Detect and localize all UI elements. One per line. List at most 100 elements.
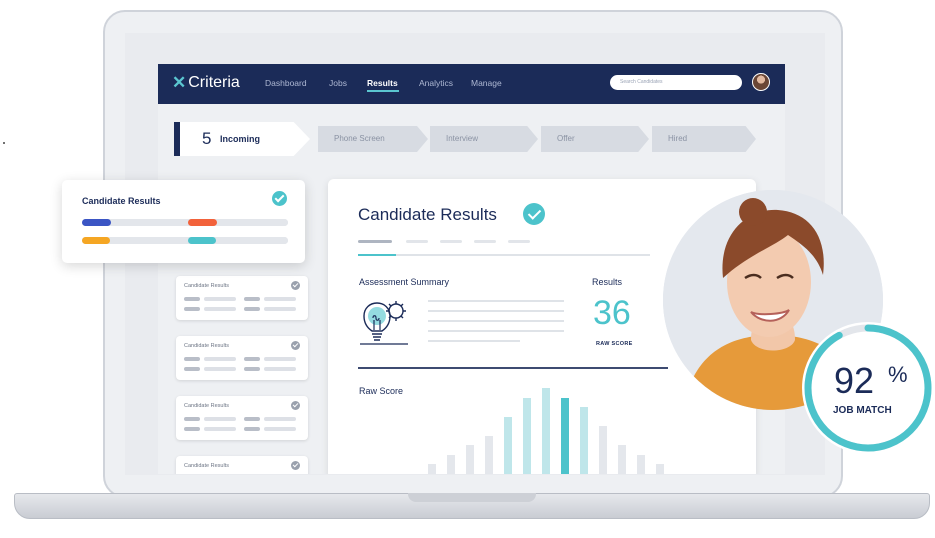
- stage-incoming-label: Incoming: [220, 134, 260, 144]
- nav-manage[interactable]: Manage: [471, 78, 502, 88]
- laptop-notch: [408, 493, 536, 502]
- distribution-bar: [428, 464, 436, 474]
- check-icon: [291, 461, 300, 470]
- raw-score-caption: RAW SCORE: [596, 341, 633, 347]
- mini-bar: [244, 357, 260, 361]
- mini-bar: [184, 367, 200, 371]
- progress-fill-blue: [82, 219, 111, 226]
- mini-bar: [264, 357, 296, 361]
- mini-bar: [204, 417, 236, 421]
- distribution-bar: [447, 455, 455, 474]
- distribution-bar: [523, 398, 531, 474]
- candidate-results-card-title: Candidate Results: [82, 196, 161, 206]
- stage-interview[interactable]: Interview: [430, 126, 538, 152]
- stage-phone-screen[interactable]: Phone Screen: [318, 126, 428, 152]
- tab-active-indicator: [358, 254, 396, 256]
- search-input[interactable]: Search Candidates: [610, 75, 742, 90]
- distribution-bar: [561, 398, 569, 474]
- distribution-bar: [485, 436, 493, 474]
- lightbulb-gear-icon: [360, 301, 408, 345]
- nav-analytics[interactable]: Analytics: [419, 78, 453, 88]
- stage-incoming-count: 5: [202, 129, 212, 148]
- distribution-bar: [656, 464, 664, 474]
- stage-offer[interactable]: Offer: [541, 126, 649, 152]
- distribution-bar: [599, 426, 607, 474]
- nav-results[interactable]: Results: [367, 78, 398, 88]
- raw-score-distribution: [428, 384, 664, 474]
- mini-bar: [264, 367, 296, 371]
- mini-bar: [184, 427, 200, 431]
- raw-score-label: Raw Score: [359, 386, 404, 396]
- tab-dash[interactable]: [440, 240, 462, 243]
- summary-line: [428, 330, 564, 332]
- check-circle-icon: [272, 191, 287, 206]
- check-circle-icon: [523, 203, 545, 225]
- tab-dash[interactable]: [358, 240, 392, 243]
- distribution-bar: [466, 445, 474, 474]
- criteria-logo[interactable]: ✕ Criteria: [172, 74, 240, 92]
- distribution-bar: [637, 455, 645, 474]
- candidate-card[interactable]: Candidate Results: [176, 396, 308, 440]
- assessment-summary-label: Assessment Summary: [359, 277, 450, 287]
- tab-dash[interactable]: [474, 240, 496, 243]
- tab-dash[interactable]: [508, 240, 530, 243]
- progress-fill-orange: [188, 219, 217, 226]
- mini-bar: [244, 297, 260, 301]
- progress-fill-yellow: [82, 237, 110, 244]
- top-nav-bar: ✕ Criteria Dashboard Jobs Results Analyt…: [158, 64, 785, 104]
- distribution-bar: [542, 388, 550, 474]
- job-match-percent-sign: %: [888, 362, 908, 387]
- mini-bar: [264, 417, 296, 421]
- mini-bar: [264, 427, 296, 431]
- candidate-card[interactable]: Candidate Results: [176, 276, 308, 320]
- distribution-bar: [618, 445, 626, 474]
- mini-bar: [244, 417, 260, 421]
- mini-bar: [264, 307, 296, 311]
- candidate-card-title: Candidate Results: [184, 343, 229, 349]
- logo-text: Criteria: [188, 74, 240, 91]
- nav-dashboard[interactable]: Dashboard: [265, 78, 307, 88]
- tab-track: [358, 254, 650, 256]
- tab-dash[interactable]: [406, 240, 428, 243]
- check-icon: [291, 341, 300, 350]
- candidate-results-card[interactable]: Candidate Results: [62, 180, 305, 263]
- nav-jobs[interactable]: Jobs: [329, 78, 347, 88]
- criteria-logo-icon: ✕: [172, 73, 187, 92]
- job-match-value: 92: [834, 360, 875, 401]
- candidate-card[interactable]: Candidate Results: [176, 336, 308, 380]
- check-icon: [291, 281, 300, 290]
- raw-score-value: 36: [593, 294, 631, 332]
- mini-bar: [264, 297, 296, 301]
- nav-active-indicator: [367, 90, 399, 92]
- mini-bar: [204, 367, 236, 371]
- job-match-label: JOB MATCH: [833, 405, 892, 416]
- mini-bar: [244, 307, 260, 311]
- mini-bar: [184, 297, 200, 301]
- distribution-bar: [504, 417, 512, 474]
- candidate-card[interactable]: Candidate Results: [176, 456, 308, 474]
- section-divider: [358, 367, 668, 369]
- summary-line: [428, 320, 564, 322]
- summary-line: [428, 340, 520, 342]
- panel-title: Candidate Results: [358, 205, 497, 224]
- summary-line: [428, 300, 564, 302]
- mini-bar: [204, 357, 236, 361]
- mini-bar: [184, 307, 200, 311]
- progress-fill-teal: [188, 237, 216, 244]
- mini-bar: [244, 367, 260, 371]
- mini-bar: [204, 297, 236, 301]
- summary-line: [428, 310, 564, 312]
- check-icon: [291, 401, 300, 410]
- candidate-card-title: Candidate Results: [184, 463, 229, 469]
- user-avatar[interactable]: [752, 73, 770, 91]
- mini-bar: [184, 417, 200, 421]
- mini-bar: [204, 427, 236, 431]
- stage-incoming[interactable]: 5 Incoming: [174, 122, 310, 156]
- results-label: Results: [592, 277, 623, 287]
- stage-hired[interactable]: Hired: [652, 126, 756, 152]
- mini-bar: [204, 307, 236, 311]
- mini-bar: [184, 357, 200, 361]
- candidate-card-title: Candidate Results: [184, 403, 229, 409]
- candidate-card-title: Candidate Results: [184, 283, 229, 289]
- distribution-bar: [580, 407, 588, 474]
